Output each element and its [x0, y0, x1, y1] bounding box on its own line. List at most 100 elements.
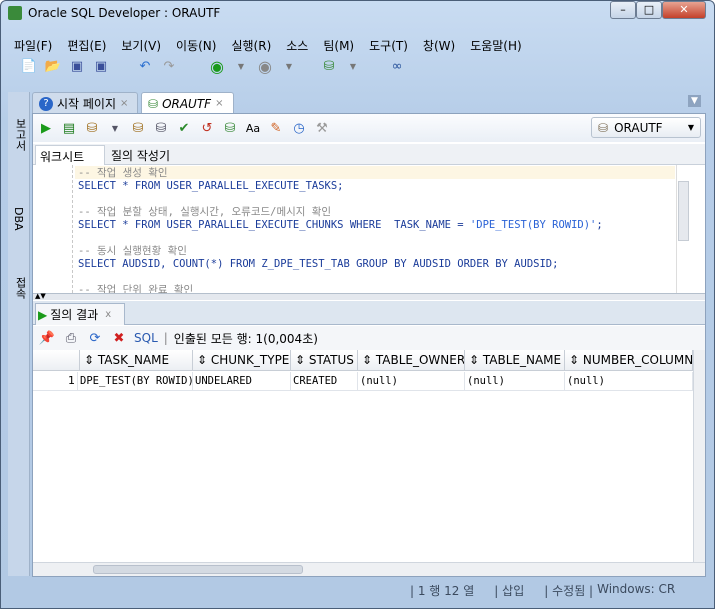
scrollbar-thumb[interactable]: [93, 565, 303, 574]
sql-editor[interactable]: -- 작업 생성 확인 SELECT * FROM USER_PARALLEL_…: [33, 165, 705, 293]
menu-window[interactable]: 창(W): [423, 37, 455, 54]
open-folder-icon[interactable]: 📂: [44, 57, 62, 75]
tab-close-icon[interactable]: x: [105, 309, 111, 320]
tab-start-page[interactable]: ? 시작 페이지 ×: [32, 92, 138, 114]
redo-icon[interactable]: ↷: [160, 57, 178, 75]
history-icon[interactable]: ◷: [290, 119, 308, 137]
tab-list-icon[interactable]: ▼: [688, 95, 701, 107]
maximize-button[interactable]: □: [636, 1, 662, 19]
code-string: 'DPE_TEST(BY ROWID)': [469, 219, 597, 231]
table-cell[interactable]: CREATED: [291, 372, 358, 390]
column-header[interactable]: ⇕ TABLE_OWNER: [358, 350, 465, 371]
pin-icon[interactable]: 📌: [38, 329, 56, 347]
autotrace-icon[interactable]: ⛁: [152, 119, 170, 137]
rail-dba[interactable]: DBA: [12, 207, 25, 231]
tab-label: ORAUTF: [162, 96, 212, 111]
rollback-icon[interactable]: ↺: [198, 119, 216, 137]
code-line: -- 작업 분할 상태, 실행시간, 오류코드/메시지 확인: [78, 206, 332, 218]
fetched-rows-status: 인출된 모든 행: 1(0,004초): [173, 331, 318, 346]
sql-tuning-icon[interactable]: ⛁: [221, 119, 239, 137]
rail-connections[interactable]: 접속: [12, 277, 28, 299]
column-header[interactable]: ⇕ STATUS: [291, 350, 358, 371]
splitter[interactable]: ▲▼: [33, 292, 705, 300]
sql-worksheet-icon[interactable]: ⛁: [320, 57, 338, 75]
delete-icon[interactable]: ✖: [110, 329, 128, 347]
document-tabs: ? 시작 페이지 × ⛁ ORAUTF × ▼: [32, 92, 706, 114]
menu-navigate[interactable]: 이동(N): [176, 37, 216, 54]
menu-edit[interactable]: 편집(E): [67, 37, 106, 54]
tab-label: 질의 결과: [50, 308, 99, 322]
side-rail: 보고서 DBA 접속: [8, 92, 30, 576]
menu-file[interactable]: 파일(F): [14, 37, 52, 54]
back-dropdown-icon[interactable]: ▼: [232, 57, 250, 75]
insert-mode: | 삽입: [494, 584, 525, 598]
code-line: SELECT * FROM USER_PARALLEL_EXECUTE_TASK…: [78, 180, 344, 192]
clear-icon[interactable]: ✎: [267, 119, 285, 137]
menu-view[interactable]: 보기(V): [121, 37, 161, 54]
table-cell[interactable]: (null): [565, 372, 693, 390]
connection-select-value: ORAUTF: [614, 120, 663, 135]
connection-select[interactable]: ⛁ ORAUTF ▼: [591, 117, 701, 138]
column-header[interactable]: ⇕ TABLE_NAME: [465, 350, 565, 371]
table-cell[interactable]: (null): [465, 372, 565, 390]
column-header[interactable]: ⇕ CHUNK_TYPE: [193, 350, 291, 371]
sql-dropdown-icon[interactable]: ▼: [344, 57, 362, 75]
undo-icon[interactable]: ↶: [136, 57, 154, 75]
binoculars-icon[interactable]: ∞: [388, 57, 406, 75]
tab-worksheet[interactable]: 워크시트: [35, 145, 105, 165]
commit-icon[interactable]: ⛁: [83, 119, 101, 137]
app-icon: [8, 6, 22, 20]
column-label: STATUS: [308, 353, 354, 367]
tab-close-icon[interactable]: ×: [120, 98, 128, 109]
tab-query-result[interactable]: ▶ 질의 결과 x: [35, 303, 125, 325]
menu-tools[interactable]: 도구(T): [369, 37, 408, 54]
column-header[interactable]: ⇕ NUMBER_COLUMN: [565, 350, 693, 371]
database-icon: ⛁: [598, 120, 609, 135]
dropdown-icon[interactable]: ▼: [106, 119, 124, 137]
code-text: ;: [596, 219, 603, 231]
main-toolbar: 📄 📂 ▣ ▣ ↶ ↷ ◉ ▼ ◉ ▼ ⛁ ▼ ∞: [20, 57, 406, 76]
editor-vertical-scrollbar[interactable]: [678, 181, 689, 241]
explain-plan-icon[interactable]: ⛁: [129, 119, 147, 137]
tab-oraautf[interactable]: ⛁ ORAUTF ×: [141, 92, 234, 114]
menu-source[interactable]: 소스: [286, 37, 308, 54]
code-text: SELECT * FROM USER_PARALLEL_EXECUTE_CHUN…: [78, 219, 470, 231]
format-case-icon[interactable]: Aa: [244, 119, 262, 137]
menu-run[interactable]: 실행(R): [231, 37, 271, 54]
forward-icon[interactable]: ◉: [256, 57, 274, 76]
save-all-icon[interactable]: ▣: [92, 57, 110, 75]
rail-reports[interactable]: 보고서: [12, 118, 28, 151]
tab-close-icon[interactable]: ×: [215, 98, 223, 109]
grid-horizontal-scrollbar[interactable]: [33, 562, 705, 576]
table-cell[interactable]: UNDELARED: [193, 372, 291, 390]
minimize-button[interactable]: –: [610, 1, 636, 19]
code-line: -- 작업 단위 완료 확인: [78, 284, 194, 293]
grid-vertical-scrollbar[interactable]: [693, 350, 705, 562]
tab-query-builder[interactable]: 질의 작성기: [111, 147, 170, 164]
results-tabbar: ▶ 질의 결과 x: [33, 301, 705, 325]
tools-icon[interactable]: ⚒: [313, 119, 331, 137]
worksheet-panel: ▶ ▤ ⛁ ▼ ⛁ ⛁ ✔ ↺ ⛁ Aa ✎ ◷ ⚒ ⛁ ORAUTF ▼ 워크…: [32, 113, 706, 577]
sql-link[interactable]: SQL: [134, 331, 158, 345]
run-script-icon[interactable]: ▤: [60, 119, 78, 137]
close-button[interactable]: ✕: [662, 1, 706, 19]
menu-team[interactable]: 팀(M): [323, 37, 354, 54]
refresh-icon[interactable]: ⟳: [86, 329, 104, 347]
table-cell[interactable]: DPE_TEST(BY ROWID): [78, 372, 193, 390]
modified-status: | 수정됨 |: [544, 584, 594, 598]
run-statement-icon[interactable]: ▶: [37, 119, 55, 137]
forward-dropdown-icon[interactable]: ▼: [280, 57, 298, 75]
menu-help[interactable]: 도움말(H): [470, 37, 522, 54]
column-header[interactable]: ⇕ TASK_NAME: [80, 350, 193, 371]
save-icon[interactable]: ▣: [68, 57, 86, 75]
print-icon[interactable]: ⎙: [62, 329, 80, 347]
sql-icon: ⛁: [148, 96, 159, 111]
column-label: TASK_NAME: [97, 353, 170, 367]
table-cell[interactable]: (null): [358, 372, 465, 390]
code-line: -- 동시 실행현황 확인: [78, 245, 187, 257]
commit-check-icon[interactable]: ✔: [175, 119, 193, 137]
splitter-arrows-icon[interactable]: ▲▼: [35, 292, 46, 300]
back-icon[interactable]: ◉: [208, 57, 226, 76]
column-label: TABLE_OWNER: [375, 353, 465, 367]
new-icon[interactable]: 📄: [20, 57, 38, 75]
